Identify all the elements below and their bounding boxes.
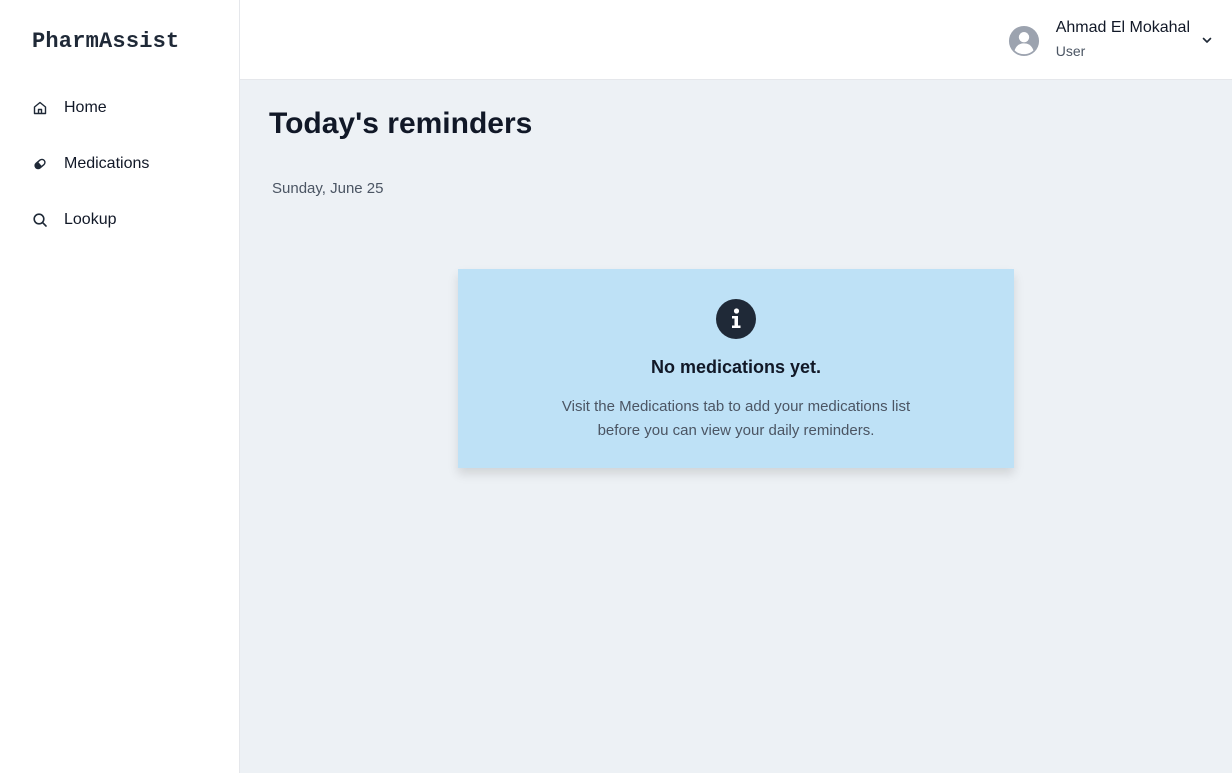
alert-title: No medications yet. [650, 357, 822, 377]
page-title: Today's reminders [269, 107, 533, 140]
sidebar-item-lookup[interactable]: Lookup [0, 192, 239, 248]
content-area: Ahmad El Mokahal User Today's reminders … [240, 0, 1232, 773]
sidebar-nav: Home Medications Lookup [0, 80, 239, 248]
user-name: Ahmad El Mokahal [1055, 19, 1190, 36]
sidebar-item-label: Medications [64, 155, 150, 172]
user-info: Ahmad El Mokahal User [1056, 18, 1190, 61]
top-bar: Ahmad El Mokahal User [240, 0, 1232, 80]
sidebar-item-label: Lookup [64, 211, 117, 228]
sidebar-item-home[interactable]: Home [0, 80, 239, 136]
sidebar-item-medications[interactable]: Medications [0, 136, 239, 192]
chevron-down-icon [1200, 33, 1214, 47]
user-menu[interactable]: Ahmad El Mokahal User [1008, 18, 1214, 61]
alert-message: Visit the Medications tab to add your me… [561, 398, 911, 439]
app-logo[interactable]: PharmAssist [0, 0, 239, 80]
home-icon [32, 100, 48, 116]
sidebar-item-label: Home [64, 99, 107, 116]
current-date: Sunday, June 25 [272, 180, 384, 197]
info-icon [716, 299, 756, 339]
search-icon [32, 212, 48, 228]
empty-state-alert: No medications yet. Visit the Medication… [458, 269, 1014, 468]
user-avatar-icon [1008, 24, 1040, 56]
app-shell: PharmAssist Home Medications Lookup Ahma… [0, 0, 1232, 773]
user-role: User [1055, 43, 1086, 59]
pill-icon [32, 156, 48, 172]
sidebar: PharmAssist Home Medications Lookup [0, 0, 240, 773]
main-content: Today's reminders Sunday, June 25 No med… [240, 80, 1232, 773]
